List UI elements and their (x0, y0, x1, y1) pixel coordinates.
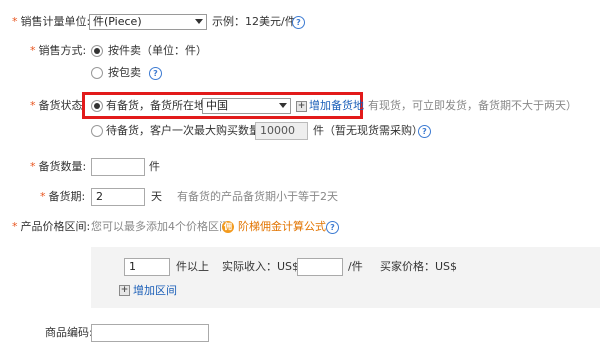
preorder-label: 待备货，客户一次最大购买数量为 (106, 124, 271, 137)
min-qty-input[interactable]: 1 (124, 258, 170, 276)
required-star: * (30, 44, 36, 57)
product-code-label: 商品编码: (45, 326, 93, 339)
required-star: * (30, 99, 36, 112)
sales-unit-label: 销售计量单位: (20, 15, 91, 28)
help-icon[interactable]: ? (292, 16, 305, 29)
stock-status-label-wrap: * 备货状态: (30, 99, 86, 113)
preorder-unit: 件（暂无现货需采购） (313, 124, 423, 137)
stock-status-label: 备货状态: (38, 99, 87, 112)
required-star: * (12, 220, 18, 233)
help-icon[interactable]: ? (418, 125, 431, 138)
stock-qty-input[interactable] (91, 158, 145, 176)
buyer-price-label: 买家价格：US$ (380, 260, 458, 273)
sales-unit-label-wrap: * 销售计量单位: (12, 15, 90, 29)
sales-method-label: 销售方式: (38, 44, 87, 57)
stock-location-select[interactable]: 中国 (202, 98, 291, 114)
commission-formula-link[interactable]: 阶梯佣金计算公式 (238, 220, 326, 234)
sales-unit-select[interactable]: 件(Piece) (89, 14, 207, 30)
product-code-input[interactable] (91, 324, 209, 342)
price-range-label: 产品价格区间: (20, 220, 91, 233)
stock-location-selected: 中国 (206, 99, 228, 112)
commission-coin-icon: 佣 (222, 221, 234, 233)
sales-method-by-piece-label: 按件卖（单位：件） (108, 44, 207, 57)
required-star: * (12, 15, 18, 28)
sales-unit-selected: 件(Piece) (93, 15, 142, 28)
stock-qty-label: 备货数量: (38, 160, 87, 173)
price-range-hint: 您可以最多添加4个价格区间 (91, 220, 230, 233)
sales-method-label-wrap: * 销售方式: (30, 44, 86, 58)
chevron-down-icon (279, 103, 287, 108)
income-input[interactable] (297, 258, 343, 276)
in-stock-radio[interactable] (91, 100, 103, 112)
sales-method-by-pack-radio[interactable] (91, 67, 103, 79)
stock-period-input[interactable]: 2 (91, 188, 145, 206)
preorder-radio[interactable] (91, 125, 103, 137)
add-icon[interactable]: + (296, 101, 307, 112)
required-star: * (30, 160, 36, 173)
stock-period-label: 备货期: (48, 190, 86, 203)
help-icon[interactable]: ? (149, 67, 162, 80)
stock-qty-label-wrap: * 备货数量: (30, 160, 86, 174)
income-unit: /件 (348, 260, 363, 273)
in-stock-label: 有备货，备货所在地 (106, 99, 205, 112)
in-stock-hint: 有现货，可立即发货，备货期不大于两天） (368, 99, 577, 112)
sales-method-by-pack-label: 按包卖 (108, 66, 141, 79)
required-star: * (40, 190, 46, 203)
stock-qty-unit: 件 (149, 160, 160, 173)
add-range-link[interactable]: 增加区间 (133, 284, 177, 298)
sales-method-by-piece-radio[interactable] (91, 45, 103, 57)
sales-unit-example: 示例：12美元/件 (212, 15, 296, 28)
max-purchase-qty-input[interactable]: 10000 (255, 122, 308, 140)
income-label: 实际收入：US$ (222, 260, 300, 273)
min-qty-suffix: 件以上 (176, 260, 209, 273)
price-range-label-wrap: * 产品价格区间: (12, 220, 90, 234)
add-location-link[interactable]: 增加备货地 (309, 99, 364, 113)
price-range-panel (91, 247, 600, 308)
stock-period-label-wrap: * 备货期: (40, 190, 85, 204)
add-icon[interactable]: + (119, 285, 130, 296)
stock-period-unit: 天 (151, 190, 162, 203)
chevron-down-icon (195, 19, 203, 24)
help-icon[interactable]: ? (326, 221, 339, 234)
stock-period-hint: 有备货的产品备货期小于等于2天 (177, 190, 338, 203)
